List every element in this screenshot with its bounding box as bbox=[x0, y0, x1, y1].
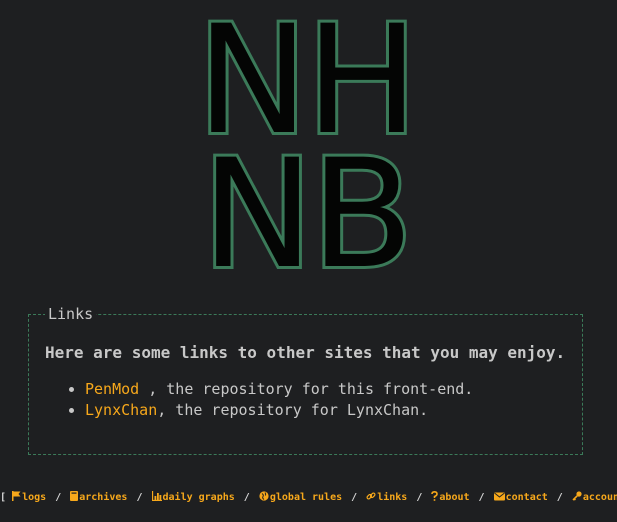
footer-link-contact[interactable]: contact bbox=[493, 492, 554, 503]
chart-icon bbox=[151, 491, 162, 501]
links-list: PenMod , the repository for this front-e… bbox=[45, 379, 582, 421]
penmod-description: , the repository for this front-end. bbox=[139, 380, 474, 398]
lynxchan-description: , the repository for LynxChan. bbox=[157, 401, 429, 419]
footer-separator: / bbox=[556, 492, 563, 503]
links-panel: Links Here are some links to other sites… bbox=[28, 305, 583, 455]
footer-link-links[interactable]: links bbox=[366, 492, 413, 503]
footer-link-label: daily graphs bbox=[162, 492, 235, 503]
links-intro-text: Here are some links to other sites that … bbox=[45, 343, 566, 362]
footer-link-label: account bbox=[582, 492, 617, 503]
lynxchan-link[interactable]: LynxChan bbox=[85, 401, 157, 419]
page: NH NB Links Here are some links to other… bbox=[0, 0, 617, 522]
footer-link-label: about bbox=[439, 492, 470, 503]
footer-link-daily-graphs[interactable]: daily graphs bbox=[151, 491, 241, 503]
footer-link-label: archives bbox=[79, 492, 128, 503]
footer-separator: / bbox=[55, 492, 62, 503]
list-item: PenMod , the repository for this front-e… bbox=[85, 379, 582, 400]
book-icon bbox=[70, 491, 79, 501]
footer-link-label: links bbox=[377, 492, 408, 503]
footer-separator: / bbox=[136, 492, 143, 503]
footer-separator: / bbox=[416, 492, 423, 503]
footer-link-logs[interactable]: logs bbox=[12, 491, 52, 503]
footer-link-label: logs bbox=[22, 492, 47, 503]
flag-icon bbox=[12, 491, 21, 501]
footer-link-label: contact bbox=[505, 492, 548, 503]
footer-nav: [ logs / archives / daily graphs / globa… bbox=[0, 491, 617, 503]
envelope-icon bbox=[493, 492, 505, 501]
footer-separator: / bbox=[243, 492, 250, 503]
globe-icon bbox=[259, 491, 269, 501]
penmod-link[interactable]: PenMod bbox=[85, 380, 139, 398]
logo-line-2: NB bbox=[201, 128, 410, 272]
list-item: LynxChan, the repository for LynxChan. bbox=[85, 400, 582, 421]
key-icon bbox=[572, 491, 582, 501]
footer-separator: / bbox=[478, 492, 485, 503]
footer-link-archives[interactable]: archives bbox=[70, 491, 133, 503]
links-panel-legend: Links bbox=[48, 305, 94, 323]
logo-graphic: NH NB bbox=[196, 10, 416, 272]
question-icon bbox=[431, 491, 439, 501]
footer-link-about[interactable]: about bbox=[431, 491, 475, 503]
footer-open-bracket: [ bbox=[0, 492, 7, 503]
footer-link-label: global rules bbox=[269, 492, 343, 503]
site-logo[interactable]: NH NB bbox=[196, 10, 416, 272]
footer-separator: / bbox=[351, 492, 358, 503]
footer-link-account[interactable]: account bbox=[572, 491, 617, 503]
footer-link-global-rules[interactable]: global rules bbox=[259, 491, 348, 503]
link-icon bbox=[366, 492, 376, 500]
